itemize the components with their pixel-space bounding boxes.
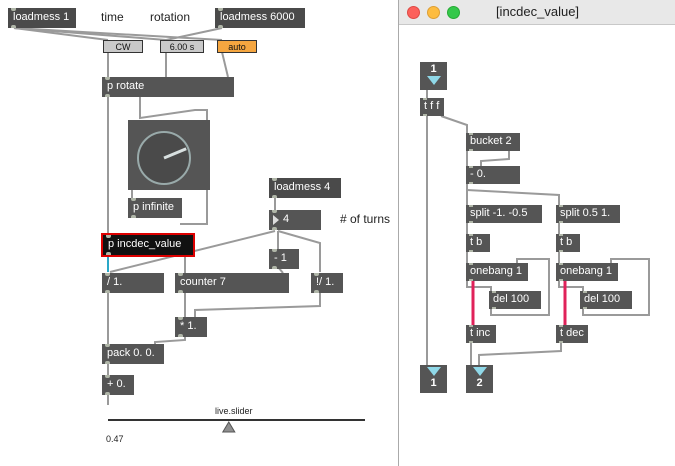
loadmess-4-object[interactable]: loadmess 4 <box>269 178 341 198</box>
p-infinite-object[interactable]: p infinite <box>128 198 182 218</box>
plus-object[interactable]: + 0. <box>102 375 134 395</box>
pack-object[interactable]: pack 0. 0. <box>102 344 164 364</box>
subpatcher-canvas[interactable]: 1 t f f bucket 2 - 0. split -1. -0.5 spl… <box>399 25 675 466</box>
trigger-ff-object[interactable]: t f f <box>420 98 444 116</box>
dial-graphic <box>137 131 191 185</box>
trigger-bang-2-object[interactable]: t b <box>556 234 580 252</box>
inlet-1-label: 1 <box>430 63 437 75</box>
loadmess-1-object[interactable]: loadmess 1 <box>8 8 76 28</box>
p-rotate-object[interactable]: p rotate <box>102 77 234 97</box>
subpatcher-cords <box>426 90 650 365</box>
turns-comment: # of turns <box>340 212 391 226</box>
inlet-1[interactable]: 1 <box>420 62 447 90</box>
main-patcher-canvas[interactable]: loadmess 1 time rotation loadmess 6000 C… <box>0 0 400 466</box>
slider-value: 0.47 <box>106 434 124 444</box>
number-triangle-icon <box>273 215 279 225</box>
divide-object[interactable]: / 1. <box>102 273 164 293</box>
outlet-2[interactable]: 2 <box>466 365 493 393</box>
dial[interactable] <box>128 120 210 190</box>
turns-value: 4 <box>283 213 290 225</box>
patch-cords <box>13 27 365 433</box>
minus-object[interactable]: - 1 <box>269 249 299 269</box>
outlet-1[interactable]: 1 <box>420 365 447 393</box>
turns-number-box[interactable]: 4 <box>269 210 321 230</box>
trigger-dec-object[interactable]: t dec <box>556 325 588 343</box>
outlet-2-label: 2 <box>476 377 483 389</box>
loadmess-6000-object[interactable]: loadmess 6000 <box>215 8 305 28</box>
trigger-bang-1-object[interactable]: t b <box>466 234 490 252</box>
outlet-1-label: 1 <box>430 377 437 389</box>
onebang-1-object[interactable]: onebang 1 <box>466 263 528 281</box>
duration-menu[interactable]: 6.00 s <box>160 40 204 53</box>
counter-object[interactable]: counter 7 <box>175 273 289 293</box>
time-comment: time <box>101 10 124 24</box>
bucket-object[interactable]: bucket 2 <box>466 133 520 151</box>
split-negative-object[interactable]: split -1. -0.5 <box>466 205 542 223</box>
outlet-2-down-arrow-icon <box>472 367 487 376</box>
window-titlebar[interactable]: [incdec_value] <box>399 0 675 25</box>
multiply-object[interactable]: * 1. <box>175 317 207 337</box>
trigger-inc-object[interactable]: t inc <box>466 325 496 343</box>
incdec-subpatcher-window[interactable]: [incdec_value] 1 t f f bucket 2 - 0. spl… <box>398 0 675 466</box>
direction-menu[interactable]: CW <box>103 40 143 53</box>
slider-label: live.slider <box>215 406 253 416</box>
p-incdec-value-object[interactable]: p incdec_value <box>101 233 195 257</box>
window-title: [incdec_value] <box>495 4 580 19</box>
mode-menu[interactable]: auto <box>217 40 257 53</box>
onebang-2-object[interactable]: onebang 1 <box>556 263 618 281</box>
delay-2-object[interactable]: del 100 <box>580 291 632 309</box>
inlet-down-arrow-icon <box>426 76 441 85</box>
rotation-comment: rotation <box>150 10 191 24</box>
slider-thumb[interactable] <box>221 421 236 433</box>
split-positive-object[interactable]: split 0.5 1. <box>556 205 620 223</box>
delay-1-object[interactable]: del 100 <box>489 291 541 309</box>
reverse-divide-object[interactable]: !/ 1. <box>311 273 343 293</box>
outlet-1-down-arrow-icon <box>426 367 441 376</box>
subtract-zero-object[interactable]: - 0. <box>466 166 520 184</box>
